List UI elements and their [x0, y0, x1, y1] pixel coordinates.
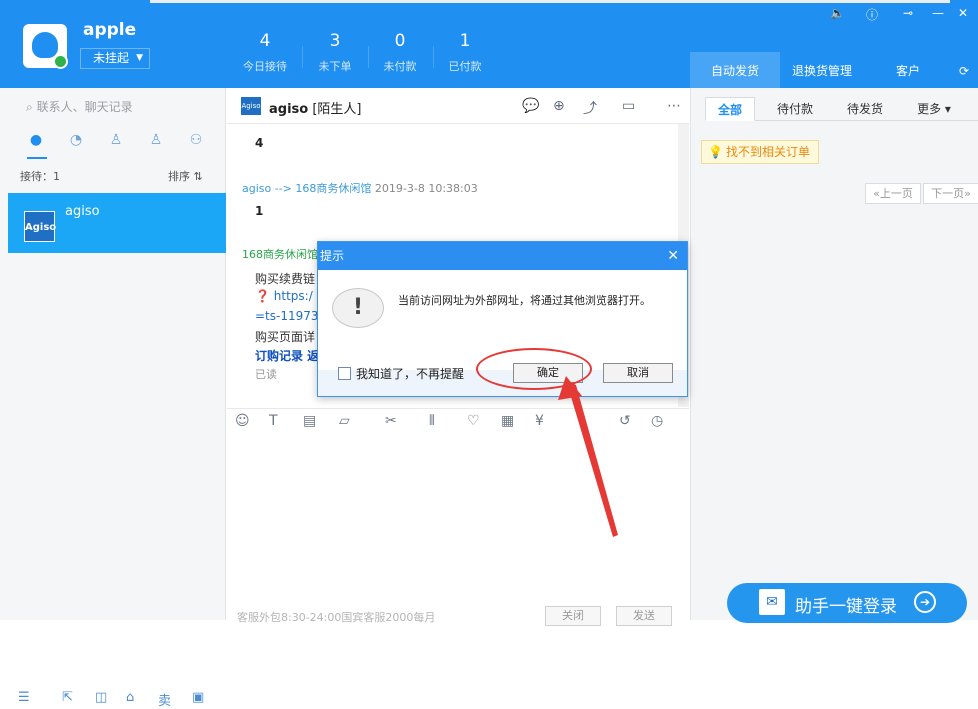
arrow-shaft — [566, 380, 618, 537]
shop-icon[interactable]: ⌂ — [126, 690, 134, 705]
menu-icon[interactable]: ☰ — [18, 690, 30, 705]
sidebar-bottom-bar: ☰ ⇱ ◫ ⌂ 卖 ▣ — [0, 688, 226, 709]
annotation-arrow — [558, 376, 618, 537]
sell-icon[interactable]: 卖 — [158, 690, 171, 709]
arrow-head — [558, 376, 582, 400]
export-icon[interactable]: ⇱ — [62, 690, 73, 705]
panel-icon[interactable]: ▣ — [192, 690, 204, 705]
bag-icon[interactable]: ◫ — [95, 690, 107, 705]
